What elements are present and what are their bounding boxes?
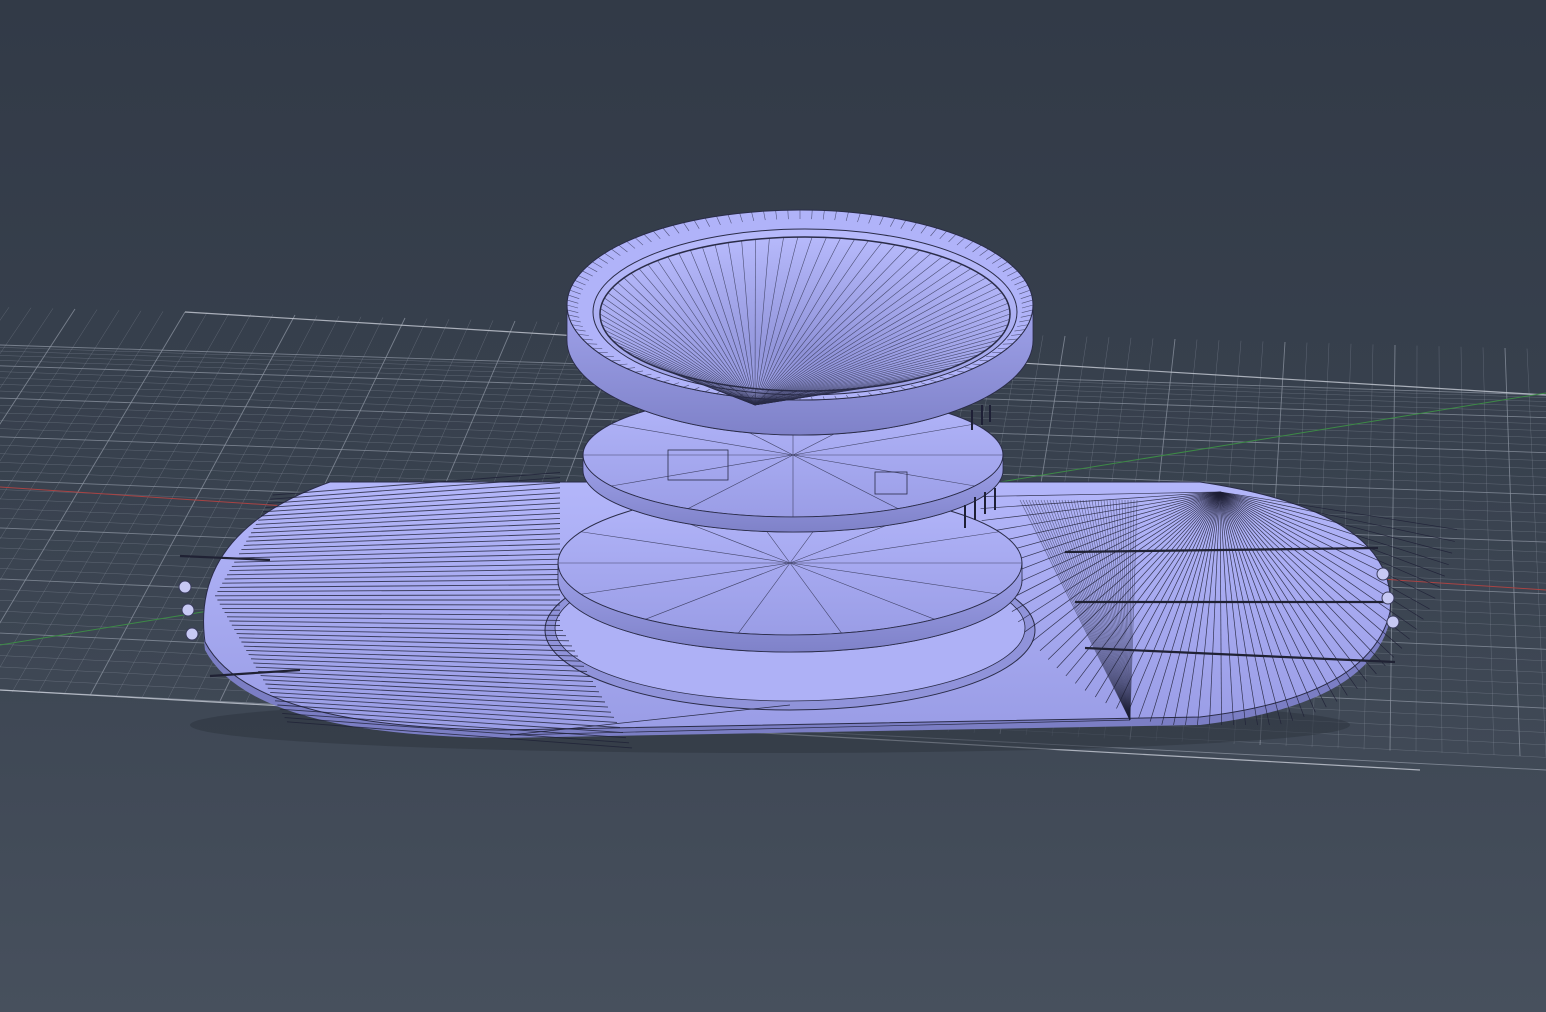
- top-dish-mesh[interactable]: [566, 209, 1034, 436]
- scene-canvas[interactable]: [0, 0, 1546, 1012]
- 3d-viewport[interactable]: [0, 0, 1546, 1012]
